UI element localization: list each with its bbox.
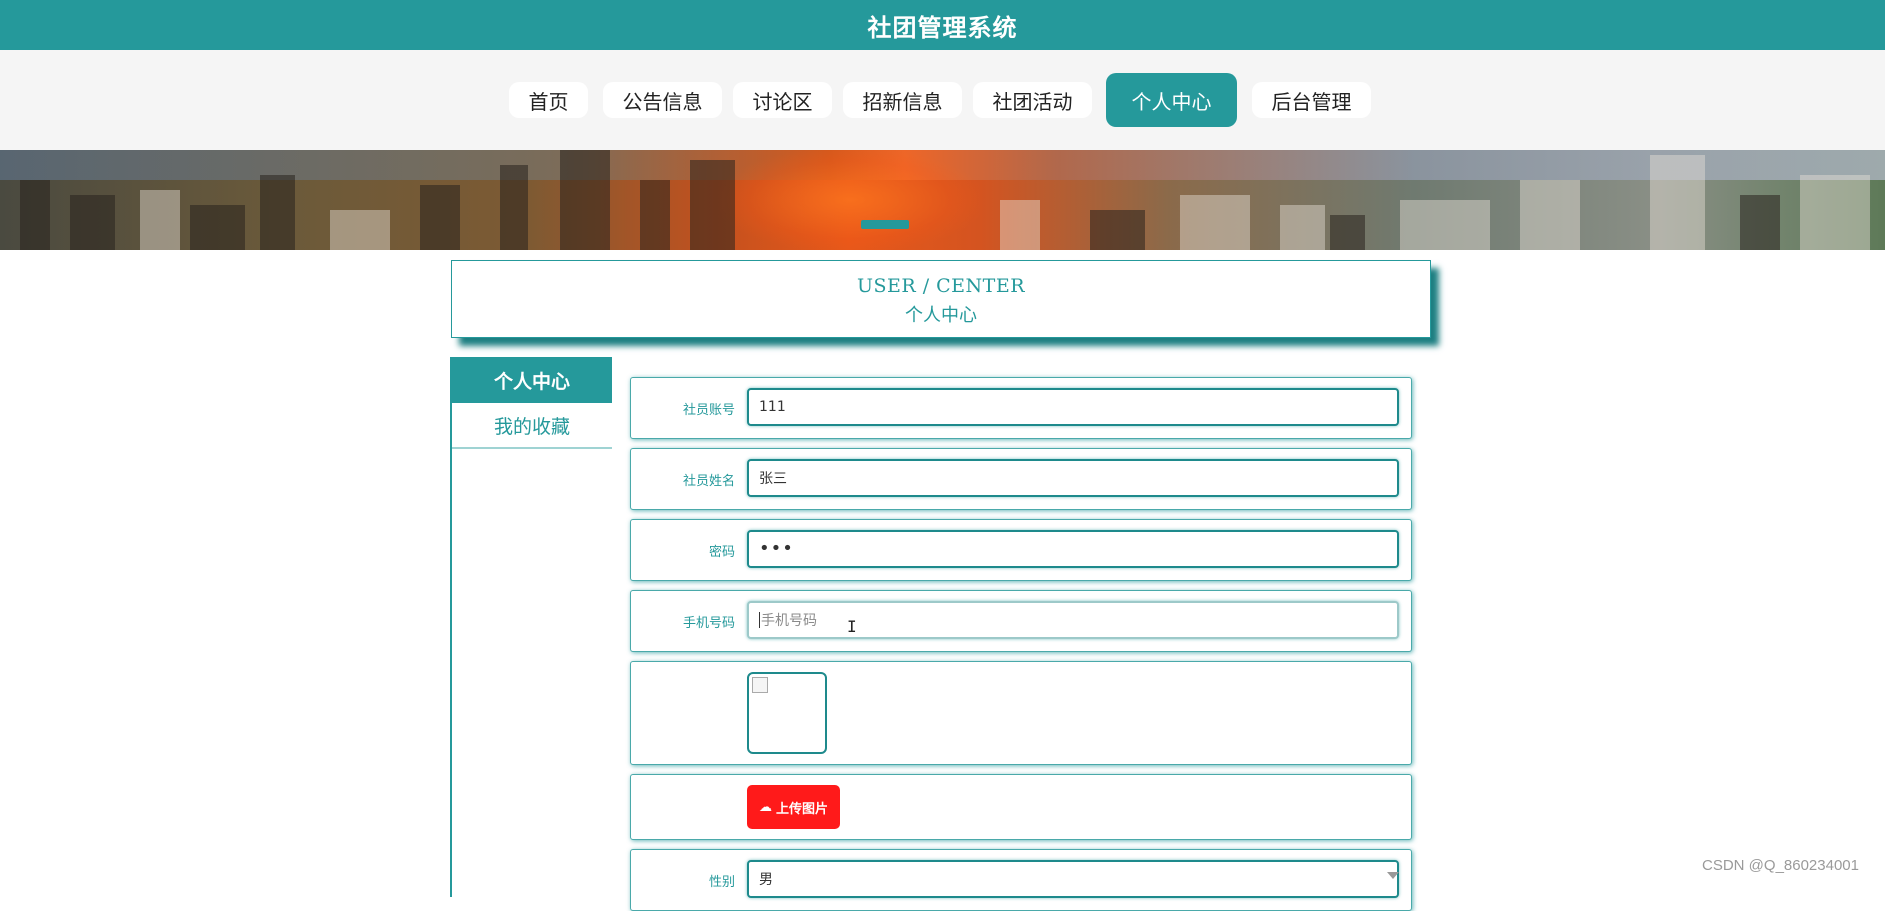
upload-image-button[interactable]: ☁ 上传图片 bbox=[747, 785, 840, 829]
nav-item-recruitment[interactable]: 招新信息 bbox=[843, 82, 962, 118]
password-field[interactable]: ••• bbox=[747, 530, 1399, 568]
section-title-cn: 个人中心 bbox=[905, 305, 977, 326]
avatar-image[interactable] bbox=[747, 672, 827, 754]
form-row-name: 社员姓名 张三 bbox=[630, 448, 1412, 510]
name-field[interactable]: 张三 bbox=[747, 459, 1399, 497]
upload-button-label: 上传图片 bbox=[775, 801, 828, 817]
name-label: 社员姓名 bbox=[682, 474, 735, 489]
account-label: 社员账号 bbox=[682, 403, 735, 418]
section-header: USER / CENTER 个人中心 bbox=[451, 260, 1431, 338]
gender-select[interactable]: 男 bbox=[747, 860, 1399, 898]
cloud-upload-icon: ☁ bbox=[758, 799, 772, 815]
nav-item-user-center[interactable]: 个人中心 bbox=[1106, 73, 1237, 127]
app-title: 社团管理系统 bbox=[867, 13, 1018, 42]
form-row-gender: 性别 男 bbox=[630, 849, 1412, 911]
watermark: CSDN @Q_860234001 bbox=[1702, 857, 1859, 874]
phone-label: 手机号码 bbox=[682, 616, 735, 631]
sidebar: 个人中心 我的收藏 bbox=[450, 357, 612, 897]
nav-item-forum[interactable]: 讨论区 bbox=[733, 82, 832, 118]
form-row-account: 社员账号 111 bbox=[630, 377, 1412, 439]
sidebar-item-favorites[interactable]: 我的收藏 bbox=[452, 403, 612, 449]
phone-field[interactable]: 手机号码 bbox=[747, 601, 1399, 639]
broken-image-icon bbox=[752, 677, 768, 693]
nav-item-announcements[interactable]: 公告信息 bbox=[603, 82, 722, 118]
sidebar-item-user-center[interactable]: 个人中心 bbox=[452, 357, 612, 403]
chevron-down-icon bbox=[1387, 872, 1399, 879]
phone-placeholder: 手机号码 bbox=[761, 613, 817, 629]
password-mask: ••• bbox=[759, 538, 794, 559]
form-row-phone: 手机号码 手机号码 bbox=[630, 590, 1412, 652]
banner-image bbox=[0, 150, 1885, 250]
nav-item-club-activities[interactable]: 社团活动 bbox=[973, 82, 1092, 118]
account-field[interactable]: 111 bbox=[747, 388, 1399, 426]
window-edge bbox=[1885, 0, 1892, 886]
mouse-ibeam-cursor: I bbox=[847, 617, 857, 636]
main-nav: 首页 公告信息 讨论区 招新信息 社团活动 个人中心 后台管理 bbox=[0, 50, 1885, 150]
password-label: 密码 bbox=[708, 545, 735, 560]
form-row-upload: ☁ 上传图片 bbox=[630, 774, 1412, 840]
nav-item-home[interactable]: 首页 bbox=[509, 82, 588, 118]
section-title-en: USER / CENTER bbox=[856, 275, 1026, 297]
top-title-bar: 社团管理系统 bbox=[0, 0, 1885, 50]
text-caret bbox=[759, 612, 760, 628]
form-row-avatar bbox=[630, 661, 1412, 765]
nav-item-admin[interactable]: 后台管理 bbox=[1252, 82, 1371, 118]
gender-label: 性别 bbox=[708, 875, 735, 890]
form-row-password: 密码 ••• bbox=[630, 519, 1412, 581]
carousel-indicator[interactable] bbox=[861, 220, 909, 229]
